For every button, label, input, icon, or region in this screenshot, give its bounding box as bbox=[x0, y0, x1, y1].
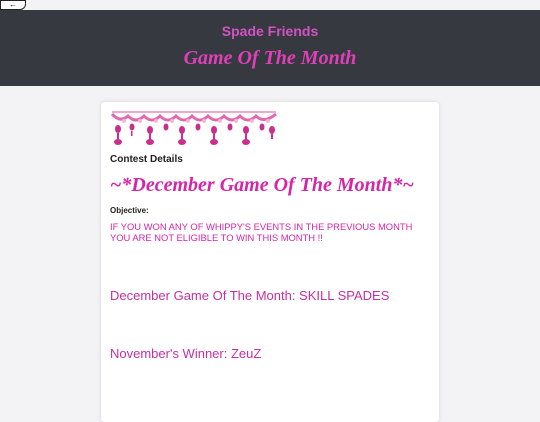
objective-text: IF YOU WON ANY OF WHIPPY'S EVENTS IN THE… bbox=[110, 221, 413, 243]
previous-winner-line: November's Winner: ZeuZ bbox=[110, 346, 262, 361]
back-button[interactable]: ← bbox=[0, 0, 26, 10]
back-arrow-icon: ← bbox=[9, 0, 17, 9]
game-of-month-line: December Game Of The Month: SKILL SPADES bbox=[110, 288, 390, 303]
objective-label: Objective: bbox=[110, 206, 149, 215]
page-title: Game Of The Month bbox=[183, 47, 357, 69]
contest-details-label: Contest Details bbox=[110, 154, 183, 165]
contest-card: Contest Details ~*December Game Of The M… bbox=[101, 102, 439, 422]
garland-banner-icon bbox=[110, 111, 277, 145]
contest-title: ~*December Game Of The Month*~ bbox=[110, 174, 414, 196]
site-name: Spade Friends bbox=[221, 23, 319, 39]
page-header: Spade Friends Game Of The Month bbox=[0, 10, 540, 86]
